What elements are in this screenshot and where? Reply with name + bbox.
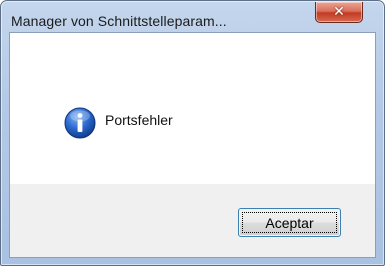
message-text: Portsfehler <box>105 112 173 128</box>
window-title: Manager von Schnittstelleparam... <box>11 13 227 29</box>
close-button[interactable]: ✕ <box>315 2 363 23</box>
close-icon: ✕ <box>333 4 345 20</box>
title-bar[interactable]: Manager von Schnittstelleparam... ✕ <box>1 1 384 31</box>
aceptar-button[interactable]: Aceptar <box>238 208 341 237</box>
dialog-window: Manager von Schnittstelleparam... ✕ Port… <box>0 0 385 266</box>
aceptar-button-label: Aceptar <box>265 214 314 231</box>
info-icon <box>64 107 96 139</box>
dialog-client-area: Portsfehler Aceptar <box>9 32 376 258</box>
